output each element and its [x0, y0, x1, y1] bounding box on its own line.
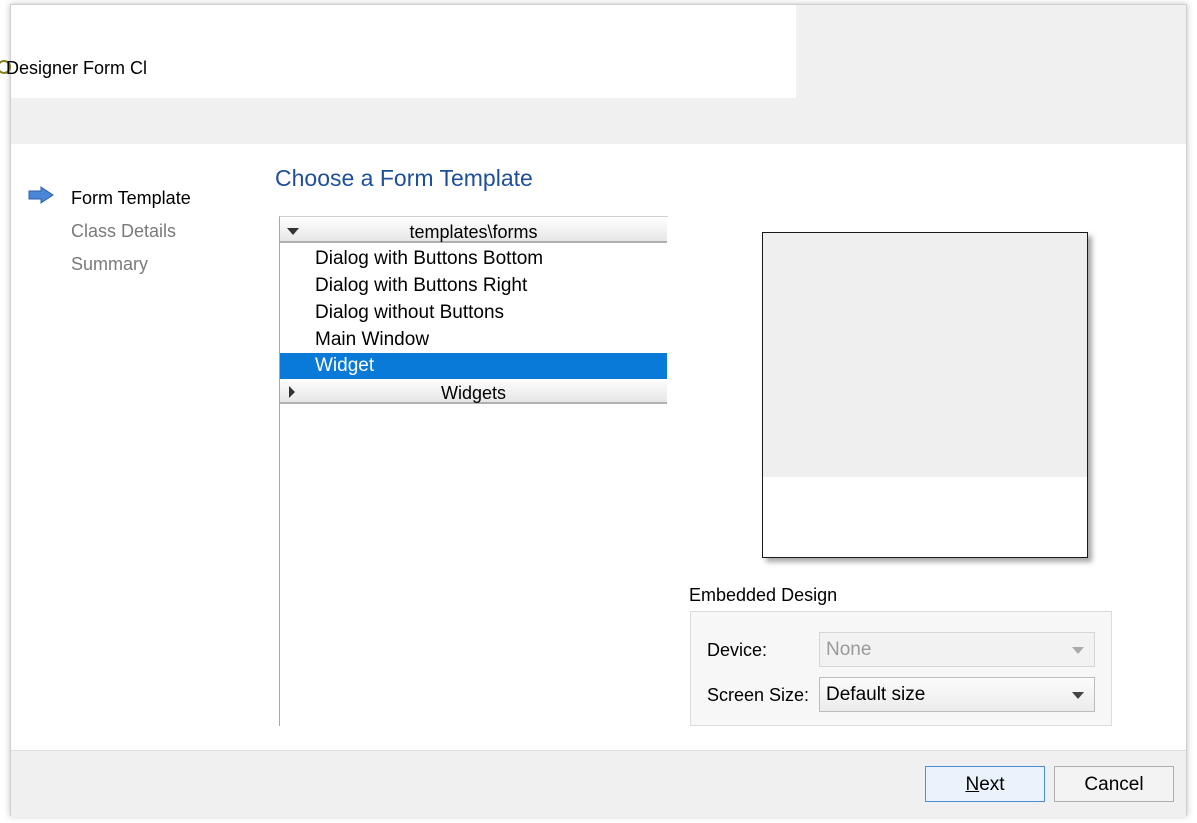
tree-item-dialog-buttons-bottom[interactable]: Dialog with Buttons Bottom	[280, 245, 667, 272]
tree-item-dialog-without-buttons[interactable]: Dialog without Buttons	[280, 299, 667, 326]
embedded-design-group: Device: None Screen Size: Default size	[690, 611, 1112, 726]
page-title: Choose a Form Template	[275, 165, 533, 191]
tree-item-widget[interactable]: Widget	[280, 353, 667, 379]
device-value: None	[826, 639, 872, 660]
chevron-down-icon	[1072, 647, 1084, 654]
device-label: Device:	[707, 640, 768, 660]
chevron-down-icon[interactable]	[1072, 692, 1084, 699]
next-mnemonic: N	[965, 774, 980, 795]
preview-widget-area	[763, 233, 1087, 477]
next-label: ext	[979, 774, 1005, 795]
tree-item-main-window[interactable]: Main Window	[280, 326, 667, 353]
screen-size-value: Default size	[826, 684, 926, 705]
cancel-button[interactable]: Cancel	[1054, 766, 1174, 802]
embedded-design-title: Embedded Design	[689, 585, 838, 605]
step-class-details: Class Details	[71, 221, 177, 241]
title-area: Designer Form Cl	[0, 5, 796, 98]
arrow-right-icon	[28, 186, 54, 204]
step-summary: Summary	[71, 254, 149, 274]
device-combobox: None	[819, 632, 1095, 667]
tree-group-forms[interactable]: templates\forms	[280, 219, 667, 243]
screen-size-combobox[interactable]: Default size	[819, 677, 1095, 712]
template-preview	[762, 232, 1088, 558]
next-button[interactable]: Next	[925, 766, 1045, 802]
tree-group-label: templates\forms	[409, 222, 538, 242]
screen-size-label: Screen Size:	[707, 685, 810, 705]
tree-group-label: Widgets	[440, 383, 507, 403]
window-title: Designer Form Cl	[6, 58, 148, 78]
wizard-footer: Next Cancel	[11, 750, 1186, 817]
step-form-template: Form Template	[71, 188, 191, 208]
template-tree[interactable]: templates\forms Dialog with Buttons Bott…	[279, 216, 668, 726]
tree-group-widgets[interactable]: Widgets	[280, 380, 667, 404]
tree-item-dialog-buttons-right[interactable]: Dialog with Buttons Right	[280, 272, 667, 299]
new-form-wizard-dialog: Designer Form Cl Form Template Class Det…	[0, 4, 1187, 817]
